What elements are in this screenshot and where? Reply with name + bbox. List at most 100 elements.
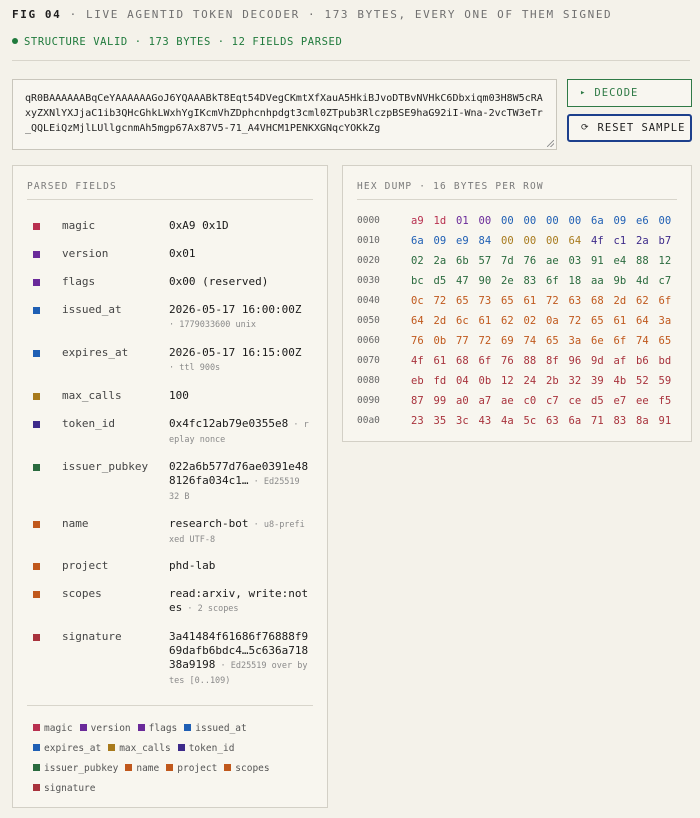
legend-item-project: project — [166, 759, 217, 779]
legend-swatch-icon — [137, 724, 145, 731]
hex-byte: 65 — [546, 335, 559, 347]
field-value: 2026-05-17 16:15:00Z · ttl 900s — [169, 346, 309, 375]
field-name: name — [62, 517, 89, 530]
legend-swatch-icon — [33, 764, 40, 771]
color-swatch-icon — [33, 350, 40, 357]
field-value: research-bot · u8-prefixed UTF-8 — [169, 517, 309, 547]
hex-byte: a9 — [411, 215, 424, 227]
hex-byte: 00 — [523, 215, 537, 227]
hex-byte: e9 — [456, 235, 469, 247]
legend-item-expires_at: expires_at — [33, 739, 101, 759]
resize-grip-icon[interactable] — [547, 140, 554, 147]
hex-byte: 74 — [523, 335, 537, 347]
color-swatch-icon — [33, 307, 40, 314]
hex-byte: 62 — [636, 295, 649, 307]
hex-byte: bc — [411, 275, 424, 287]
hex-byte: 4a — [501, 415, 514, 427]
hex-byte: 00 — [546, 235, 559, 247]
field-note: · 2 scopes — [182, 604, 239, 614]
field-value-text: 100 — [169, 389, 189, 402]
color-swatch-icon — [33, 421, 40, 428]
legend-label: name — [136, 763, 160, 774]
hex-byte: 3a — [568, 335, 582, 347]
hex-byte: 6a — [568, 415, 582, 427]
hex-byte: d5 — [433, 275, 447, 287]
hex-byte: 8f — [546, 355, 559, 367]
legend-item-version: version — [79, 719, 131, 739]
hex-byte: 0c — [411, 295, 424, 307]
hex-byte: 52 — [636, 375, 649, 387]
hex-byte: 72 — [546, 295, 559, 307]
field-name: max_calls — [62, 389, 122, 402]
hex-byte: 59 — [658, 375, 672, 387]
legend-item-name: name — [125, 759, 159, 779]
hex-offset: 0040 — [357, 295, 380, 306]
hex-row: 0000 a9 1d 01 00 00 00 00 00 6a 09 e6 00 — [357, 215, 687, 229]
field-value-text: 0x00 (reserved) — [169, 275, 269, 288]
hex-byte: 6f — [478, 355, 492, 367]
token-text: qR0BAAAAAABqCeYAAAAAAGoJ6YQAAABkT8Eqt54D… — [25, 93, 543, 134]
hex-offset: 0080 — [357, 375, 380, 386]
hex-byte: 88 — [523, 355, 537, 367]
token-input[interactable]: qR0BAAAAAABqCeYAAAAAAGoJ6YQAAABkT8Eqt54D… — [12, 79, 557, 150]
hex-byte: 6b — [456, 255, 469, 267]
legend-swatch-icon — [224, 764, 232, 771]
panel-title: HEX DUMP · 16 BYTES PER ROW — [357, 181, 544, 192]
hex-offset: 0050 — [357, 315, 380, 326]
field-name: token_id — [62, 417, 115, 430]
color-swatch-icon — [33, 251, 40, 258]
hex-byte: 4f — [591, 235, 604, 247]
legend-swatch-icon — [33, 724, 40, 731]
field-subtext: · ttl 900s — [169, 363, 221, 373]
hex-byte: 71 — [591, 415, 604, 427]
hex-byte: 61 — [433, 355, 447, 367]
legend-label: issuer_pubkey — [44, 763, 119, 774]
hex-byte: 7d — [501, 255, 514, 267]
hex-byte: 4b — [613, 375, 627, 387]
hex-byte: 62 — [501, 315, 514, 327]
hex-byte: f5 — [658, 395, 672, 407]
legend-item-issuer_pubkey: issuer_pubkey — [33, 759, 118, 779]
field-value-text: 2026-05-17 16:15:00Z — [169, 346, 302, 359]
legend-label: token_id — [188, 743, 235, 754]
hex-byte: 4d — [636, 275, 649, 287]
field-value: phd-lab — [169, 559, 309, 573]
hex-byte: 2a — [636, 235, 649, 247]
panel-divider — [27, 199, 313, 200]
legend-label: issued_at — [195, 723, 247, 734]
hex-byte: c7 — [658, 275, 672, 287]
hex-byte: 63 — [546, 415, 559, 427]
hex-byte: 83 — [613, 415, 627, 427]
hex-byte: 76 — [411, 335, 424, 347]
hex-byte: 63 — [568, 295, 582, 307]
hex-offset: 0090 — [357, 395, 380, 406]
hex-byte: 2d — [433, 315, 447, 327]
legend-item-issued_at: issued_at — [184, 719, 247, 739]
hex-byte: 00 — [523, 235, 537, 247]
field-value: 3a41484f61686f76888f969dafb6bdc4…5c636a7… — [169, 630, 309, 688]
hex-byte: 0a — [546, 315, 559, 327]
hex-byte: b6 — [636, 355, 649, 367]
legend-item-token_id: token_id — [177, 739, 235, 759]
legend-item-scopes: scopes — [224, 759, 270, 779]
field-name: issuer_pubkey — [62, 460, 149, 473]
hex-byte: e7 — [613, 395, 627, 407]
legend-label: version — [90, 723, 131, 734]
field-value-text: 0x4fc12ab79e0355e8 — [169, 417, 289, 430]
hex-byte: 64 — [568, 235, 582, 247]
hex-row: 0080 eb fd 04 0b 12 24 2b 32 39 4b 52 59 — [357, 375, 687, 389]
hex-byte: 65 — [658, 335, 672, 347]
reset-sample-button[interactable]: ⟳ RESET SAMPLE — [567, 114, 692, 142]
legend-label: expires_at — [44, 743, 102, 754]
hex-byte: 01 — [456, 215, 469, 227]
color-swatch-icon — [33, 591, 40, 598]
decode-button[interactable]: ▸ DECODE — [567, 79, 692, 107]
hex-byte: 39 — [591, 375, 604, 387]
hex-offset: 0000 — [357, 215, 380, 226]
legend-label: scopes — [235, 763, 270, 774]
hex-byte: b7 — [658, 235, 672, 247]
hex-byte: ce — [568, 395, 582, 407]
hex-byte: 9b — [613, 275, 627, 287]
hex-byte: 47 — [456, 275, 469, 287]
hex-byte: 32 — [568, 375, 582, 387]
